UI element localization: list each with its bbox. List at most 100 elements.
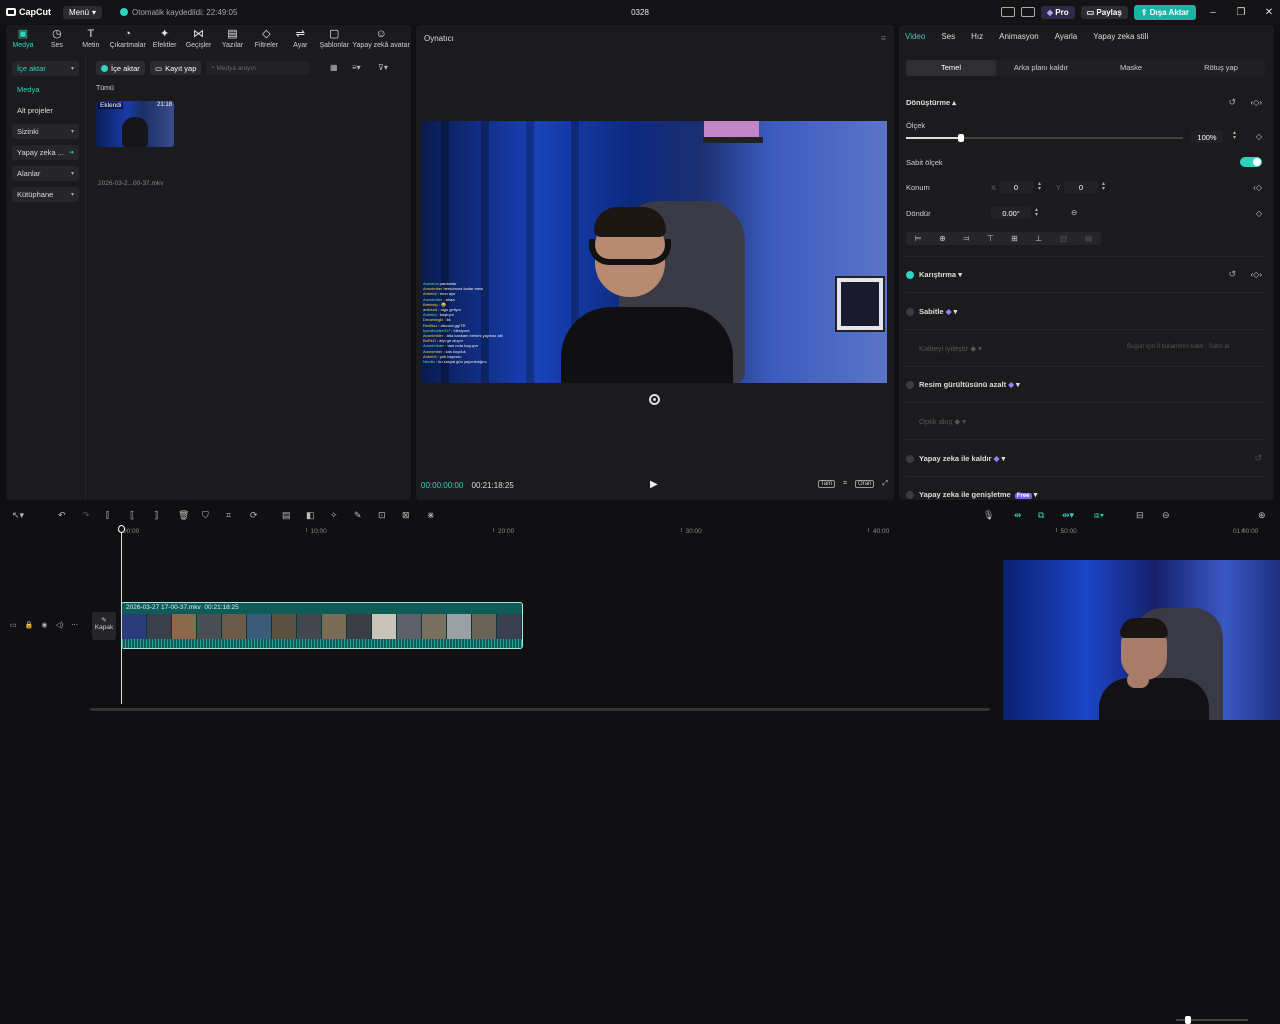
video-preview[interactable]: Anonimx pardonlar Anonimber hersonuna kad… (421, 121, 887, 383)
scale-slider[interactable] (906, 134, 1183, 142)
denoise-title[interactable]: Resim gürültüsünü azalt ◆ ▾ (919, 380, 1020, 389)
lock-icon[interactable]: 🔒 (25, 621, 34, 629)
inspector-subtab[interactable]: Arka planı kaldır (996, 60, 1086, 76)
delete-icon[interactable]: 🗑 (178, 510, 189, 521)
cover-button[interactable]: ✎ Kapak (92, 612, 116, 640)
tool-adjust[interactable]: ⇌ Ayar (283, 26, 317, 54)
inspector-subtab[interactable]: Rötuş yap (1176, 60, 1266, 76)
minimize-button[interactable]: – (1202, 7, 1224, 18)
sort-icon[interactable]: ≡▾ (352, 63, 361, 72)
rotate-dial-icon[interactable]: ⊖ (1071, 208, 1077, 217)
blend-title[interactable]: Karıştırma ▾ (919, 270, 962, 279)
distribute-h-icon[interactable]: ▥ (1060, 234, 1068, 243)
tool-effects[interactable]: ✦ Efektler (148, 26, 182, 54)
position-x-field[interactable]: 0 (999, 181, 1033, 193)
menu-icon[interactable]: ≡ (881, 33, 886, 43)
auto-cut-icon[interactable]: ⋇ (427, 510, 435, 521)
grid-view-icon[interactable]: ▦ (330, 63, 338, 72)
align-center-v-icon[interactable]: ⊞ (1011, 234, 1018, 243)
media-search-input[interactable]: ⌕ Medya arayın (206, 61, 310, 75)
redo-icon[interactable]: ↷ (82, 510, 90, 521)
zoom-in-icon[interactable]: ⊕ (1258, 510, 1266, 521)
playhead-handle[interactable] (118, 525, 125, 533)
undo-icon[interactable]: ↶ (58, 510, 66, 521)
video-clip[interactable]: 2026-03-27 17-00-37.mkv 00:21:18:25 (121, 602, 523, 649)
inspector-tab[interactable]: Ses (941, 32, 955, 41)
trim-right-icon[interactable]: ⟧ (154, 510, 158, 521)
align-bottom-icon[interactable]: ⊥ (1035, 234, 1042, 243)
effects-icon[interactable]: ✧ (330, 510, 338, 521)
timeline-scrollbar[interactable] (90, 708, 990, 711)
stabilize-checkbox[interactable] (906, 308, 914, 316)
rotate-stepper-icon[interactable]: ▴ ▾ (1035, 207, 1038, 218)
keyframe-icon[interactable]: ◇ (1256, 132, 1262, 141)
filter-all-label[interactable]: Tümü (96, 85, 114, 92)
zoom-knob[interactable] (1185, 1016, 1191, 1024)
mirror-icon[interactable]: ⊡ (378, 510, 386, 521)
sidebar-item-6[interactable]: Kütüphane ▾ (12, 187, 79, 202)
keyframe-icon[interactable]: ‹◇ (1253, 183, 1262, 192)
position-y-field[interactable]: 0 (1064, 181, 1098, 193)
scale-slider-knob[interactable] (958, 134, 964, 142)
fullscreen-icon[interactable]: ⤢ (882, 480, 888, 488)
sidebar-item-0[interactable]: İçe aktar ▾ (12, 61, 79, 76)
snapshot-icon[interactable] (649, 394, 660, 405)
uniform-scale-toggle[interactable] (1240, 157, 1262, 167)
align-center-h-icon[interactable]: ⊕ (939, 234, 946, 243)
eye-icon[interactable]: ◉ (41, 621, 47, 629)
filter-icon[interactable]: ⊽▾ (378, 63, 388, 72)
rotate-field[interactable]: 0.00° (991, 207, 1031, 219)
inspector-tab[interactable]: Yapay zeka stili (1093, 32, 1148, 41)
tool-ai-avatar[interactable]: ☺ Yapay zekâ avatar (351, 26, 411, 54)
scale-stepper-icon[interactable]: ▴ ▾ (1233, 130, 1236, 141)
inspector-tab[interactable]: Video (905, 32, 925, 41)
distribute-v-icon[interactable]: ▤ (1085, 234, 1093, 243)
keyframe-icon[interactable]: ‹◇› (1251, 270, 1262, 279)
inspector-subtab[interactable]: Temel (906, 60, 996, 76)
inspector-tab[interactable]: Hız (971, 32, 983, 41)
align-left-icon[interactable]: ⊨ (915, 234, 922, 243)
menu-button[interactable]: Menü ▾ (63, 5, 103, 19)
x-stepper-icon[interactable]: ▴ ▾ (1038, 181, 1041, 192)
tool-sticker[interactable]: ◔ Çıkartmalar (108, 26, 148, 54)
sidebar-item-2[interactable]: Alt projeler (12, 103, 79, 118)
transform-title[interactable]: Dönüştürme ▴ (906, 98, 956, 107)
export-button[interactable]: ⇪ Dışa Aktar (1133, 4, 1196, 20)
optical-flow-title[interactable]: Optik akış ◆ ▾ (919, 417, 966, 426)
tool-filters[interactable]: ◇ Filtreler (249, 26, 283, 54)
zoom-out-icon[interactable]: ⊖ (1162, 510, 1170, 521)
tool-transitions[interactable]: ⋈ Geçişler (182, 26, 216, 54)
y-stepper-icon[interactable]: ▴ ▾ (1102, 181, 1105, 192)
reset-icon[interactable]: ↺ (1254, 453, 1262, 464)
align-top-icon[interactable]: ⊤ (987, 234, 994, 243)
play-icon[interactable]: ▶ (650, 479, 658, 490)
sidebar-item-4[interactable]: Yapay zeka ... ➜ (12, 145, 79, 160)
sidebar-item-1[interactable]: Medya (12, 82, 79, 97)
share-button[interactable]: ▭ Paylaş (1080, 5, 1128, 19)
ai-remove-checkbox[interactable] (906, 455, 914, 463)
tool-media[interactable]: ▣ Medya (6, 26, 40, 54)
track-cover-icon[interactable]: ▭ (10, 621, 17, 629)
ai-expand-title[interactable]: Yapay zeka ile genişletme Free ▾ (919, 490, 1037, 499)
inspector-tab[interactable]: Animasyon (999, 32, 1039, 41)
reset-icon[interactable]: ↺ (1228, 97, 1236, 108)
microphone-icon[interactable]: 🎙 (983, 510, 994, 521)
more-icon[interactable]: ⋯ (71, 621, 78, 629)
link-icon[interactable]: ⇹ (1014, 510, 1022, 521)
ratio-button[interactable]: Oran (855, 480, 875, 488)
preview-axis-icon[interactable]: ⧈▾ (1094, 510, 1104, 521)
marker-icon[interactable]: ⛉ (202, 510, 209, 521)
keyframe-icon[interactable]: ‹◇› (1251, 98, 1262, 107)
media-thumbnail[interactable]: Eklendi 21:18 (96, 101, 174, 147)
select-tool-icon[interactable]: ↖▾ (12, 510, 24, 521)
crop-icon[interactable]: ⌗ (843, 480, 847, 488)
sidebar-item-5[interactable]: Alanlar ▾ (12, 166, 79, 181)
tool-captions[interactable]: ▤ Yazılar (216, 26, 250, 54)
captions-icon[interactable]: ▤ (282, 510, 291, 521)
snap-icon[interactable]: ⇹▾ (1062, 510, 1074, 521)
maximize-button[interactable]: ❐ (1230, 7, 1252, 18)
pro-button[interactable]: ◆ Pro (1040, 5, 1075, 19)
enhance-title[interactable]: Kaliteyi iyileştir ◆ ▾ (919, 344, 982, 353)
tool-templates[interactable]: ▢ Şablonlar (317, 26, 351, 54)
crop-icon[interactable]: ⌗ (226, 510, 231, 521)
